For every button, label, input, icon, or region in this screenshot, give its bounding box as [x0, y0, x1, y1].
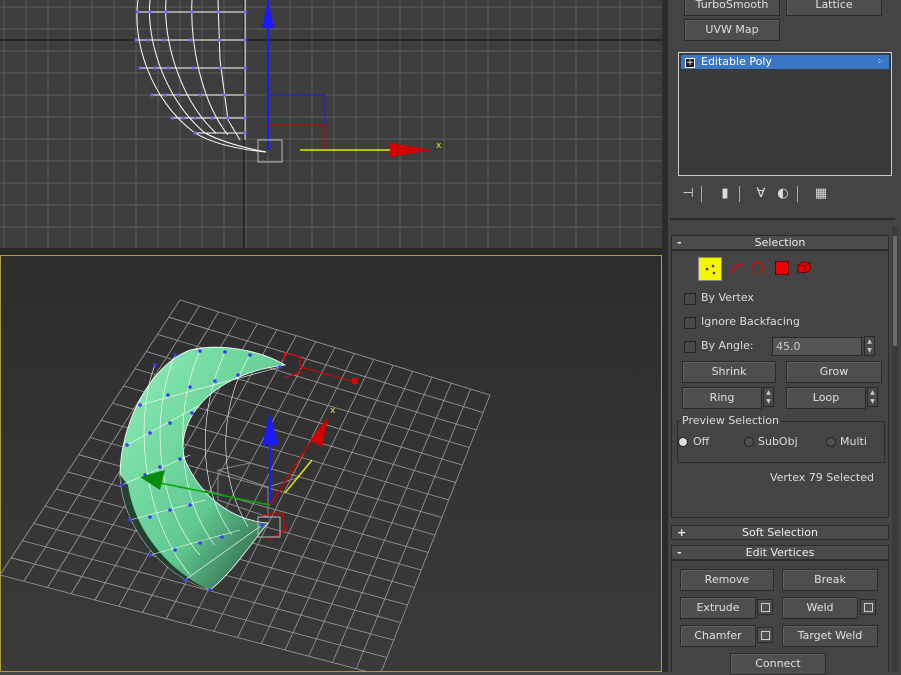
angle-input[interactable]: 45.0: [772, 337, 862, 356]
chamfer-button[interactable]: Chamfer: [680, 625, 756, 647]
show-end-result-icon[interactable]: ▮: [715, 184, 735, 204]
by-angle-label: By Angle:: [701, 339, 754, 352]
angle-spinner[interactable]: ▲ ▼: [864, 336, 875, 356]
soft-selection-title: Soft Selection: [742, 526, 818, 539]
preview-subobj-label: SubObj: [758, 435, 798, 448]
modifier-stack[interactable]: + Editable Poly ⁘: [678, 52, 892, 176]
panel-hsep: [670, 218, 895, 220]
ignore-backfacing-checkbox[interactable]: [684, 317, 696, 329]
collapse-toggle: -: [677, 236, 682, 249]
preview-off-label: Off: [693, 435, 710, 448]
edit-vertices-title: Edit Vertices: [745, 546, 815, 559]
soft-selection-rollout-header[interactable]: + Soft Selection: [671, 525, 889, 540]
vertex-mode-icon[interactable]: [698, 257, 722, 281]
border-mode-icon[interactable]: [750, 260, 766, 276]
selection-rollout-body: By Vertex Ignore Backfacing By Angle: 45…: [671, 250, 889, 518]
perspective-viewport-canvas: x: [0, 299, 491, 672]
preview-off-radio[interactable]: [678, 437, 688, 447]
stack-item-label: Editable Poly: [701, 55, 772, 68]
expand-plus-icon[interactable]: +: [685, 58, 695, 68]
extrude-settings-icon[interactable]: [757, 599, 773, 615]
weld-button[interactable]: Weld: [782, 597, 858, 619]
panel-scroll-thumb[interactable]: [893, 236, 897, 346]
selection-status-text: Vertex 79 Selected: [769, 471, 874, 484]
ring-button[interactable]: Ring: [682, 387, 762, 409]
viewport-divider[interactable]: [0, 248, 664, 255]
vertex-dots-icon: ⁘: [876, 57, 883, 66]
top-viewport-canvas: x: [0, 0, 662, 248]
preview-multi-label: Multi: [840, 435, 867, 448]
selection-title: Selection: [754, 236, 806, 249]
edge-mode-icon[interactable]: [728, 260, 744, 276]
grow-button[interactable]: Grow: [786, 361, 882, 383]
toolbar-divider: [701, 186, 702, 202]
edit-vertices-rollout-body: Remove Break Extrude Weld Chamfer Target…: [671, 560, 889, 675]
by-vertex-checkbox[interactable]: [684, 293, 696, 305]
by-angle-checkbox[interactable]: [684, 341, 696, 353]
edit-vertices-rollout-header[interactable]: - Edit Vertices: [671, 545, 889, 560]
break-button[interactable]: Break: [782, 569, 878, 591]
preview-multi-radio[interactable]: [826, 437, 836, 447]
perspective-viewport[interactable]: x: [0, 255, 662, 672]
pin-stack-icon[interactable]: ⊣: [678, 184, 698, 204]
uvw-map-button[interactable]: UVW Map: [684, 19, 780, 41]
loop-button[interactable]: Loop: [786, 387, 866, 409]
selection-rollout-header[interactable]: - Selection: [671, 235, 889, 250]
remove-button[interactable]: Remove: [680, 569, 774, 591]
remove-modifier-icon[interactable]: ◐: [773, 184, 793, 204]
top-viewport[interactable]: x: [0, 0, 662, 248]
shrink-button[interactable]: Shrink: [682, 361, 776, 383]
toolbar-divider: [797, 186, 798, 202]
stack-item-editable-poly[interactable]: + Editable Poly ⁘: [681, 55, 889, 69]
command-panel: TurboSmooth Lattice UVW Map + Editable P…: [668, 0, 901, 675]
turbosmooth-button[interactable]: TurboSmooth: [684, 0, 780, 16]
by-vertex-label: By Vertex: [701, 291, 754, 304]
ring-spinner[interactable]: ▲ ▼: [763, 387, 774, 407]
loop-spinner[interactable]: ▲ ▼: [867, 387, 878, 407]
element-mode-icon[interactable]: [796, 259, 812, 275]
make-unique-icon[interactable]: ∀: [751, 184, 771, 204]
preview-subobj-radio[interactable]: [744, 437, 754, 447]
toolbar-divider: [739, 186, 740, 202]
lattice-button[interactable]: Lattice: [786, 0, 882, 16]
axis-x-label: x: [436, 141, 442, 151]
chamfer-settings-icon[interactable]: [757, 627, 773, 643]
ignore-backfacing-label: Ignore Backfacing: [701, 315, 800, 328]
weld-settings-icon[interactable]: [860, 599, 876, 615]
extrude-button[interactable]: Extrude: [680, 597, 756, 619]
target-weld-button[interactable]: Target Weld: [782, 625, 878, 647]
persp-axis-x-label: x: [330, 406, 336, 416]
collapse-toggle: -: [677, 546, 682, 559]
polygon-mode-icon[interactable]: [775, 261, 789, 275]
configure-modifier-sets-icon[interactable]: ▦: [811, 184, 831, 204]
preview-selection-title: Preview Selection: [680, 414, 782, 427]
expand-toggle: +: [677, 526, 687, 539]
